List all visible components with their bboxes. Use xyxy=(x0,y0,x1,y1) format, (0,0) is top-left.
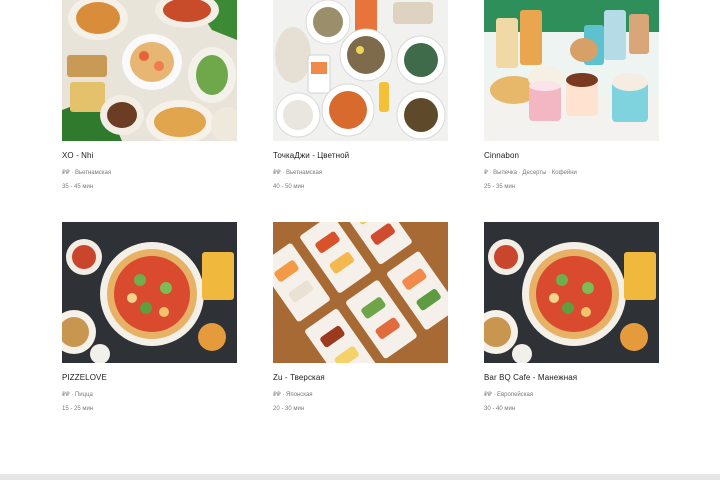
restaurant-photo[interactable] xyxy=(273,0,448,141)
price-level: ₽₽ xyxy=(273,170,281,176)
restaurant-name[interactable]: Bar BQ Cafe - Манежная xyxy=(484,373,659,382)
restaurant-card-cinnabon[interactable]: Cinnabon ₽ · Выпечка · Десерты · Кофейни… xyxy=(484,0,659,190)
cuisine: Пицца xyxy=(74,392,93,398)
restaurant-photo[interactable] xyxy=(484,222,659,363)
cuisine: Вьетнамская xyxy=(285,170,323,176)
delivery-time: 30 - 40 мин xyxy=(484,406,516,412)
delivery-time: 35 - 45 мин xyxy=(62,184,94,190)
restaurant-card-xo-nhi[interactable]: XO - Nhi ₽₽ · Вьетнамская 35 - 45 мин xyxy=(62,0,237,190)
delivery-time: 25 - 35 мин xyxy=(484,184,516,190)
restaurant-photo[interactable] xyxy=(484,0,659,141)
restaurant-photo[interactable] xyxy=(62,0,237,141)
restaurant-tags: ₽₽ · Вьетнамская xyxy=(273,169,448,176)
restaurant-card-zu-tverskaya[interactable]: Zu - Тверская ₽₽ · Японская 20 - 30 мин xyxy=(273,222,448,412)
price-level: ₽₽ xyxy=(273,392,281,398)
delivery-time: 20 - 30 мин xyxy=(273,406,305,412)
restaurant-card-bar-bq-cafe[interactable]: Bar BQ Cafe - Манежная ₽₽ · Европейская … xyxy=(484,222,659,412)
cuisine: Выпечка · Десерты · Кофейни xyxy=(493,170,577,176)
restaurant-name[interactable]: ТочкаДжи - Цветной xyxy=(273,151,448,160)
restaurant-tags: ₽₽ · Европейская xyxy=(484,391,659,398)
restaurant-tags: ₽₽ · Японская xyxy=(273,391,448,398)
restaurant-tags: ₽ · Выпечка · Десерты · Кофейни xyxy=(484,169,659,176)
price-level: ₽₽ xyxy=(484,392,492,398)
restaurant-card-tochkadzhi[interactable]: ТочкаДжи - Цветной ₽₽ · Вьетнамская 40 -… xyxy=(273,0,448,190)
delivery-time: 15 - 25 мин xyxy=(62,406,94,412)
cuisine: Вьетнамская xyxy=(74,170,112,176)
restaurant-tags: ₽₽ · Вьетнамская xyxy=(62,169,237,176)
restaurant-card-pizzelove[interactable]: PIZZELOVE ₽₽ · Пицца 15 - 25 мин xyxy=(62,222,237,412)
restaurant-name[interactable]: Cinnabon xyxy=(484,151,659,160)
restaurant-name[interactable]: Zu - Тверская xyxy=(273,373,448,382)
restaurant-tags: ₽₽ · Пицца xyxy=(62,391,237,398)
cuisine: Японская xyxy=(285,392,313,398)
restaurant-photo[interactable] xyxy=(273,222,448,363)
restaurant-name[interactable]: PIZZELOVE xyxy=(62,373,237,382)
restaurant-photo[interactable] xyxy=(62,222,237,363)
bottom-divider xyxy=(0,474,720,480)
restaurant-name[interactable]: XO - Nhi xyxy=(62,151,237,160)
delivery-time: 40 - 50 мин xyxy=(273,184,305,190)
cuisine: Европейская xyxy=(496,392,534,398)
price-level: ₽₽ xyxy=(62,170,70,176)
price-level: ₽₽ xyxy=(62,392,70,398)
price-level: ₽ xyxy=(484,170,488,176)
